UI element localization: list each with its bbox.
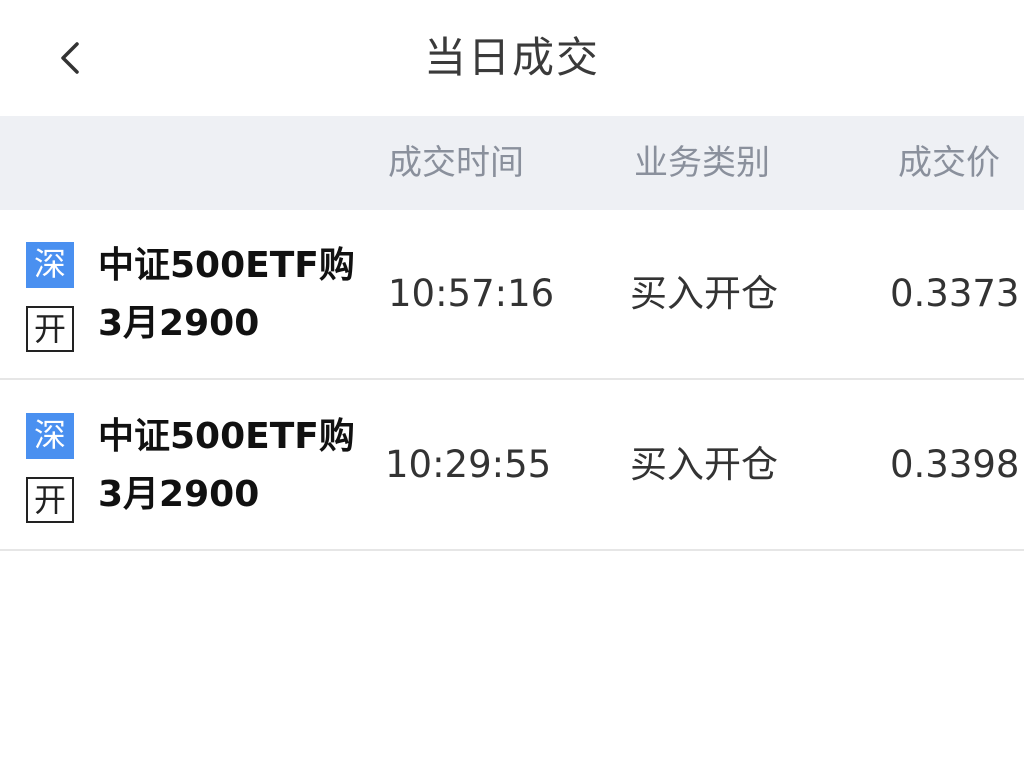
exchange-badge: 深 — [26, 413, 74, 459]
column-header-type: 业务类别 — [634, 143, 770, 183]
page: 当日成交 成交时间 业务类别 成交价 深 开 中证500ETF购 3月2900 … — [0, 0, 1024, 760]
column-header-time: 成交时间 — [388, 143, 524, 183]
trade-row[interactable]: 深 开 中证500ETF购 3月2900 10:57:16 买入开仓 0.337… — [0, 210, 1024, 380]
contract-month-strike: 3月2900 — [98, 303, 260, 344]
column-header-price: 成交价 — [898, 143, 1000, 183]
nav-header: 当日成交 — [0, 0, 1024, 116]
open-position-badge: 开 — [26, 477, 74, 523]
open-position-badge: 开 — [26, 306, 74, 352]
column-header-bar: 成交时间 业务类别 成交价 — [0, 116, 1024, 210]
trade-row[interactable]: 深 开 中证500ETF购 3月2900 10:29:55 买入开仓 0.339… — [0, 381, 1024, 551]
exchange-badge: 深 — [26, 242, 74, 288]
page-title: 当日成交 — [423, 33, 600, 82]
trade-price: 0.3398 — [890, 443, 1020, 486]
trade-price: 0.3373 — [890, 272, 1020, 315]
contract-name-cell: 深 开 中证500ETF购 3月2900 — [0, 381, 354, 549]
contract-name: 中证500ETF购 — [98, 245, 354, 286]
trade-time: 10:57:16 — [388, 272, 555, 315]
contract-name: 中证500ETF购 — [98, 416, 354, 457]
business-type: 买入开仓 — [630, 272, 778, 315]
business-type: 买入开仓 — [630, 443, 778, 486]
contract-name-cell: 深 开 中证500ETF购 3月2900 — [0, 210, 354, 378]
trade-time: 10:29:55 — [385, 443, 552, 486]
contract-month-strike: 3月2900 — [98, 474, 260, 515]
